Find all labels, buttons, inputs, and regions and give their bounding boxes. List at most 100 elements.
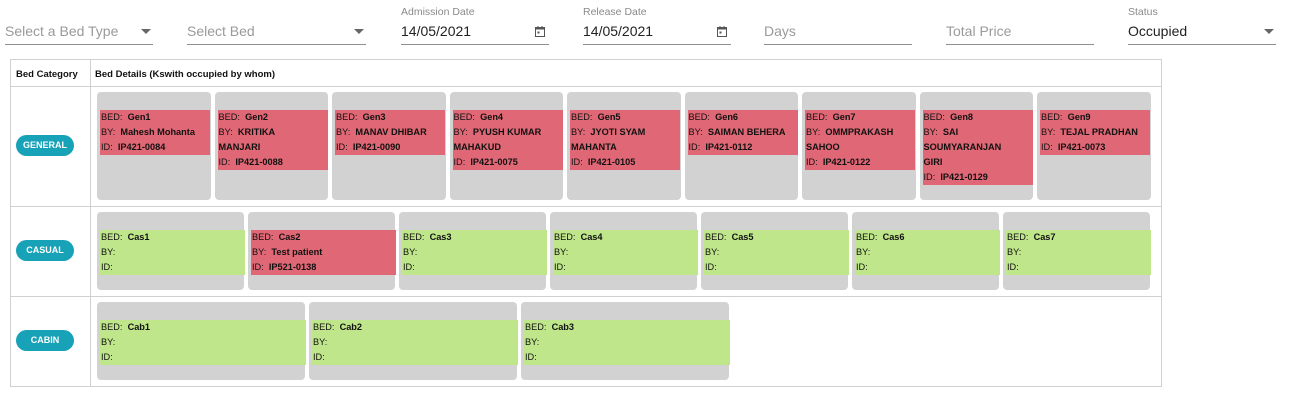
field-prefix: ID: <box>554 262 566 272</box>
occupant-line: BY: <box>1007 245 1151 260</box>
calendar-icon[interactable] <box>717 26 727 37</box>
calendar-icon[interactable] <box>535 26 545 37</box>
table-header: Bed Category Bed Details (Kswith occupie… <box>11 60 1161 87</box>
field-prefix: BY: <box>252 247 267 257</box>
bed-name-line: BED: Gen8 <box>924 110 1033 125</box>
bed-tile[interactable]: BED: Cas2 BY: Test patient ID: IP521-0138 <box>248 212 396 290</box>
field-prefix: BED: <box>1041 112 1063 122</box>
bed-tile[interactable]: BED: Gen5 BY: JYOTI SYAM MAHANTA ID: IP421-… <box>567 92 681 200</box>
field-prefix: BY: <box>554 247 569 257</box>
release-date-field[interactable]: Release Date 14/05/2021 <box>583 0 731 46</box>
field-prefix: ID: <box>252 262 264 272</box>
category-badge[interactable]: CASUAL <box>16 240 74 261</box>
bed-tile[interactable]: BED: Cab2 BY: ID: <box>309 302 518 380</box>
status-select[interactable]: Status Occupied <box>1128 0 1276 46</box>
bed-tile[interactable]: BED: Gen2 BY: KRITIKA MANJARI ID: IP421-008… <box>214 92 328 200</box>
field-prefix: ID: <box>313 352 325 362</box>
field-value: Gen9 <box>1067 112 1091 122</box>
field-value: TEJAL PRADHAN <box>1060 127 1138 137</box>
free-bed-card: BED: Cab1 BY: ID: <box>100 320 306 365</box>
occupant-line-cont: SAHOO <box>806 140 915 155</box>
bed-name-line: BED: Cas7 <box>1007 230 1151 245</box>
field-value: IP421-0075 <box>470 157 518 167</box>
field-value: JYOTI SYAM <box>590 127 646 137</box>
bed-placeholder: Select Bed <box>187 23 255 39</box>
field-value: SAI <box>942 127 959 137</box>
chevron-down-icon <box>141 29 151 34</box>
bed-tile[interactable]: BED: Gen7 BY: OMMPRAKASH SAHOO ID: IP421-01… <box>802 92 916 200</box>
patient-id-line: ID: <box>313 350 518 365</box>
patient-id-line: ID: IP421-0084 <box>101 140 210 155</box>
patient-id-line: ID: IP421-0075 <box>454 155 563 170</box>
total-price-field[interactable]: Total Price <box>946 0 1094 46</box>
bed-tile[interactable]: BED: Gen6 BY: SAIMAN BEHERA ID: IP421-0112 <box>684 92 798 200</box>
field-value: IP421-0105 <box>587 157 636 167</box>
bed-tile[interactable]: BED: Cas3 BY: ID: <box>399 212 547 290</box>
bed-tile[interactable]: BED: Cas6 BY: ID: <box>852 212 1000 290</box>
field-value: IP421-0084 <box>117 142 166 152</box>
field-prefix: BY: <box>525 337 540 347</box>
days-field[interactable]: Days <box>764 0 912 46</box>
bed-tile[interactable]: BED: Gen3 BY: MANAV DHIBAR ID: IP421-0090 <box>332 92 446 200</box>
field-prefix: BY: <box>101 337 116 347</box>
field-value: Cas2 <box>278 232 301 242</box>
patient-id-line: ID: <box>1007 260 1151 275</box>
free-bed-card: BED: Cab3 BY: ID: <box>524 320 730 365</box>
bed-name-line: BED: Gen3 <box>336 110 445 125</box>
bed-details-cell: BED: Cas1 BY: ID: BED: Cas2 BY: Test patie… <box>91 207 1161 296</box>
field-value: Test patient <box>271 247 323 257</box>
bed-tile[interactable]: BED: Gen8 BY: SAI SOUMYARANJAN GIRI ID: IP42… <box>919 92 1033 200</box>
occupant-line: BY: <box>525 335 730 350</box>
category-badge[interactable]: GENERAL <box>16 135 74 156</box>
field-prefix: ID: <box>856 262 868 272</box>
bed-name-line: BED: Gen9 <box>1041 110 1150 125</box>
field-prefix: BED: <box>554 232 576 242</box>
occupied-bed-card: BED: Gen5 BY: JYOTI SYAM MAHANTA ID: IP421-… <box>570 110 680 170</box>
bed-tile[interactable]: BED: Gen4 BY: PYUSH KUMAR MAHAKUD ID: IP421… <box>449 92 563 200</box>
free-bed-card: BED: Cas4 BY: ID: <box>553 230 698 275</box>
field-prefix: ID: <box>336 142 348 152</box>
bed-name-line: BED: Cas6 <box>856 230 1000 245</box>
bed-tile[interactable]: BED: Cas7 BY: ID: <box>1003 212 1151 290</box>
occupant-line: BY: <box>856 245 1000 260</box>
field-prefix: BED: <box>923 112 945 122</box>
admission-date-field[interactable]: Admission Date 14/05/2021 <box>401 0 549 46</box>
occupied-bed-card: BED: Gen1 BY: Mahesh Mohanta ID: IP421-008… <box>100 110 210 155</box>
bed-name-line: BED: Cab3 <box>525 320 730 335</box>
bed-tile[interactable]: BED: Gen9 BY: TEJAL PRADHAN ID: IP421-0073 <box>1037 92 1151 200</box>
status-label: Status <box>1128 6 1158 18</box>
occupied-bed-card: BED: Gen9 BY: TEJAL PRADHAN ID: IP421-0073 <box>1040 110 1150 155</box>
field-prefix: BY: <box>806 127 821 137</box>
column-header-category: Bed Category <box>11 60 91 87</box>
occupied-bed-card: BED: Gen7 BY: OMMPRAKASH SAHOO ID: IP421-01… <box>805 110 915 170</box>
category-badge[interactable]: CABIN <box>16 330 74 351</box>
field-value: Gen4 <box>480 112 504 122</box>
bed-details-cell: BED: Gen1 BY: Mahesh Mohanta ID: IP421-008… <box>91 87 1161 206</box>
field-value: IP521-0138 <box>268 262 317 272</box>
bed-tile[interactable]: BED: Gen1 BY: Mahesh Mohanta ID: IP421-008… <box>97 92 211 200</box>
field-value: Cas4 <box>580 232 603 242</box>
bed-tile[interactable]: BED: Cab1 BY: ID: <box>97 302 306 380</box>
table-row-cabin: CABIN BED: Cab1 BY: ID: BED: Cab2 BY: ID: … <box>11 297 1161 387</box>
field-prefix: ID: <box>525 352 537 362</box>
bed-select[interactable]: Select Bed <box>187 0 366 46</box>
free-bed-card: BED: Cab2 BY: ID: <box>312 320 518 365</box>
field-prefix: BED: <box>806 112 828 122</box>
bed-tile[interactable]: BED: Cas1 BY: ID: <box>97 212 245 290</box>
occupied-bed-card: BED: Gen4 BY: PYUSH KUMAR MAHAKUD ID: IP421… <box>452 110 563 170</box>
bed-tile[interactable]: BED: Cas4 BY: ID: <box>550 212 698 290</box>
field-underline <box>5 44 153 45</box>
bed-name-line: BED: Gen4 <box>454 110 563 125</box>
bed-tile[interactable]: BED: Cab3 BY: ID: <box>521 302 730 380</box>
bed-name-line: BED: Gen7 <box>806 110 915 125</box>
field-prefix: BY: <box>856 247 871 257</box>
free-bed-card: BED: Cas1 BY: ID: <box>100 230 245 275</box>
bed-tile[interactable]: BED: Cas5 BY: ID: <box>701 212 849 290</box>
field-prefix: BY: <box>571 127 586 137</box>
field-prefix: BED: <box>252 232 274 242</box>
field-value: MAHAKUD <box>453 142 501 152</box>
field-prefix: BY: <box>218 127 233 137</box>
bed-type-select[interactable]: Select a Bed Type <box>5 0 153 46</box>
field-prefix: BED: <box>688 112 710 122</box>
table-row-casual: CASUAL BED: Cas1 BY: ID: BED: Cas2 BY: Tes… <box>11 207 1161 297</box>
